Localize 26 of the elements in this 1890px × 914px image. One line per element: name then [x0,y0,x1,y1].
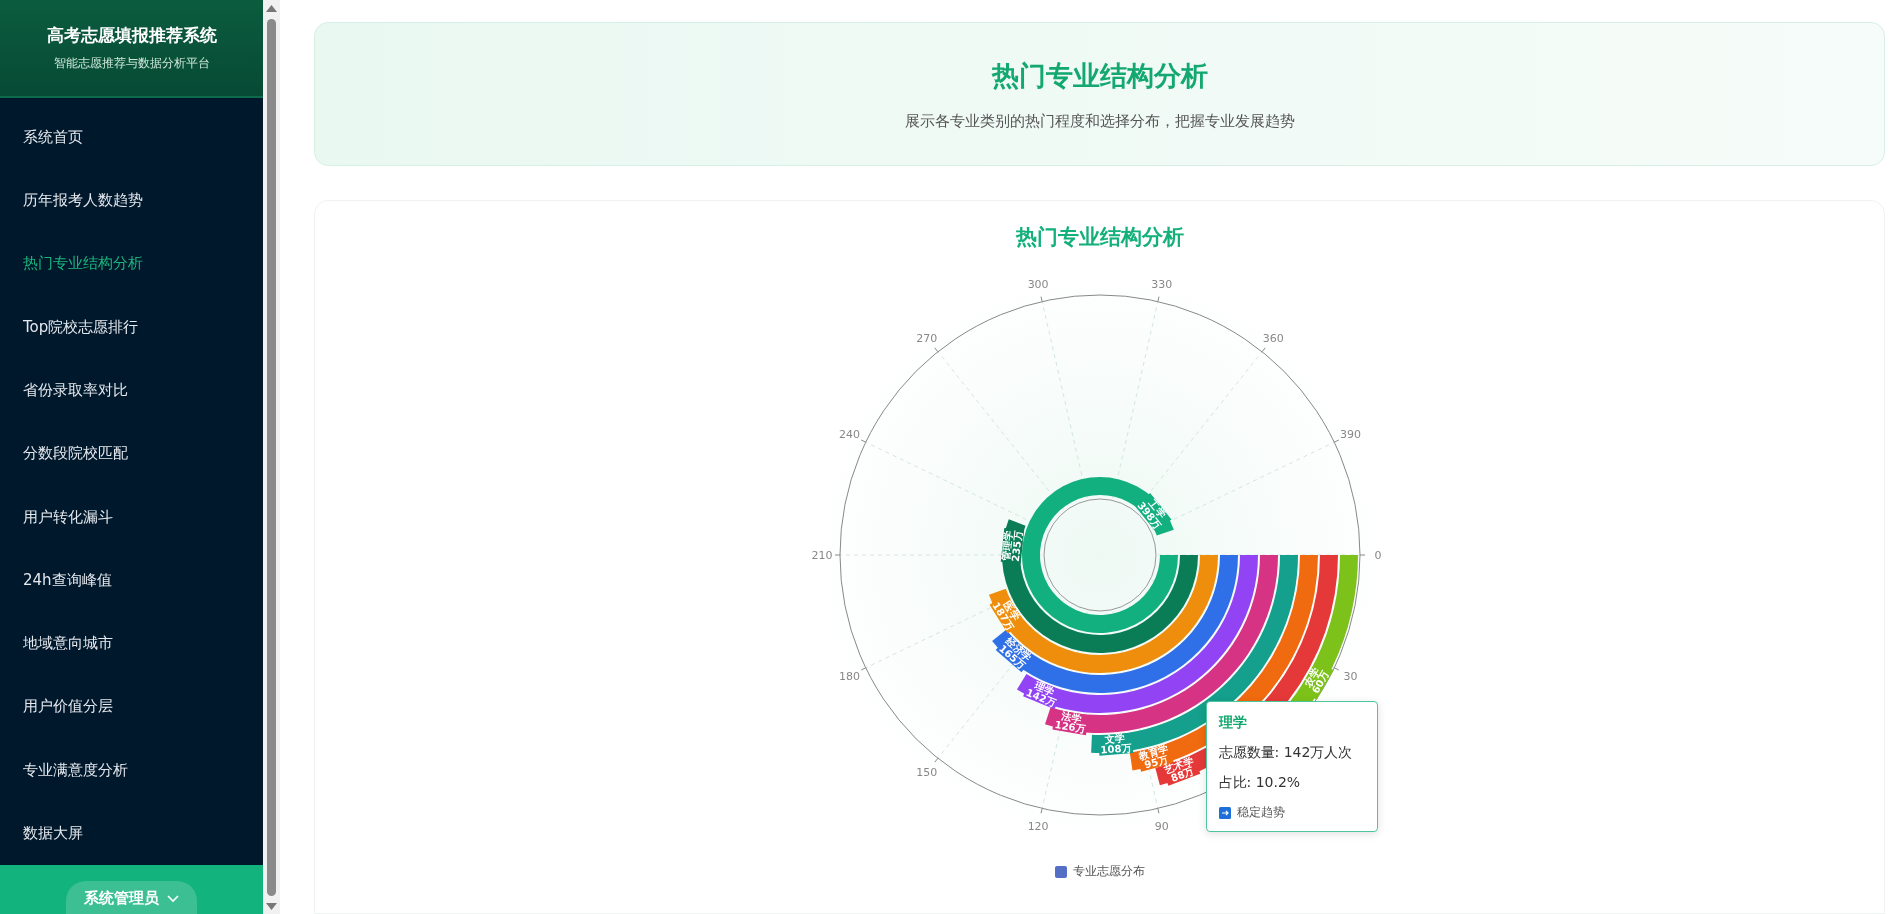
axis-tick-label: 150 [915,766,937,780]
chart-title: 热门专业结构分析 [1015,224,1184,251]
axis-tick-label: 300 [1027,277,1049,291]
bar-label: 法学 126万 [1051,709,1089,736]
axis-tick-label: 120 [1027,820,1049,834]
bar-label: 管理学 235万 [999,527,1024,564]
axis-tick-label: 270 [915,331,937,345]
tooltip-line: 志愿数量: 142万人次 [1218,744,1354,762]
axis-tick-label: 360 [1262,331,1284,345]
axis-tick-label: 180 [838,669,860,683]
page-subtitle: 展示各专业类别的热门程度和选择分布，把握专业发展趋势 [904,111,1295,131]
axis-tick-label: 330 [1150,277,1172,291]
tooltip-title: 理学 [1218,714,1248,732]
axis-tick-label: 210 [811,549,832,562]
axis-tick-label: 30 [1342,669,1357,683]
axis-tick-label: 240 [838,428,860,442]
page-title: 热门专业结构分析 [991,58,1208,93]
axis-tick-label: 90 [1154,820,1169,834]
app-title: 高考志愿填报推荐系统 [46,23,217,47]
app-subtitle: 智能志愿推荐与数据分析平台 [53,54,210,72]
trend-label: 稳定趋势 [1236,804,1285,821]
tooltip-line: 占比: 10.2% [1218,774,1302,792]
bar-label: 文学 108万 [1097,732,1133,756]
axis-tick-label: 0 [1374,549,1381,562]
bar-label: 农学 60万 [1298,660,1334,700]
axis-tick-label: 390 [1339,428,1361,442]
